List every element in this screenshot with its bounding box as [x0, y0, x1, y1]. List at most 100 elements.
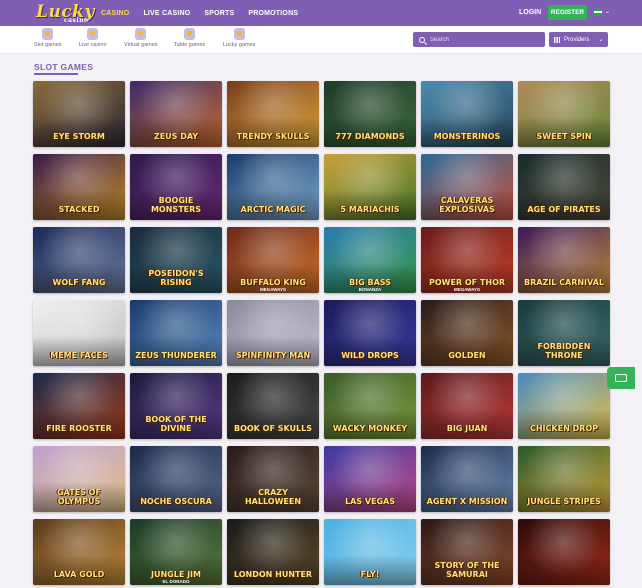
game-tile[interactable]: London Hunter	[227, 519, 319, 585]
game-tile[interactable]: BRAZIL CARNIVAL	[518, 227, 610, 293]
search-box[interactable]	[413, 32, 545, 47]
top-navbar: Lucky casino CASINO LIVE CASINO SPORTS PR…	[0, 0, 642, 26]
game-title: MEME FACES	[50, 351, 108, 360]
game-title: CHICKEN DROP	[529, 424, 599, 433]
section-underline	[34, 73, 78, 75]
game-subtitle: MEGAWAYS	[453, 287, 481, 292]
game-tile[interactable]: Boogie Monsters	[130, 154, 222, 220]
category-virtual-games[interactable]: Virtual games	[124, 28, 158, 48]
category-label: Live casino	[79, 42, 107, 48]
game-title: AGE OF PIRATES	[527, 205, 601, 214]
game-tile[interactable]: BOOK OF THE DIVINE	[130, 373, 222, 439]
nav-casino[interactable]: CASINO	[101, 10, 129, 17]
register-button[interactable]: REGISTER	[548, 5, 587, 20]
game-title: Noche Oscura	[140, 497, 212, 506]
game-tile[interactable]: POWER OF THOR MEGAWAYS	[421, 227, 513, 293]
language-selector[interactable]: ⌄	[594, 8, 610, 15]
section-title: SLOT GAMES	[34, 62, 94, 72]
category-label: Table games	[174, 42, 206, 48]
game-title: WOLF FANG	[52, 278, 106, 287]
game-tile[interactable]: BUFFALO KING MEGAWAYS	[227, 227, 319, 293]
game-title: ZEUS DAY	[153, 132, 199, 141]
category-table-games[interactable]: Table games	[174, 28, 205, 48]
game-tile[interactable]: AGE OF PIRATES	[518, 154, 610, 220]
game-title: ZEUS THUNDERER	[135, 351, 217, 360]
providers-icon	[554, 36, 560, 43]
game-tile[interactable]: ZEUS DAY	[130, 81, 222, 147]
game-tile[interactable]: Noche Oscura	[130, 446, 222, 512]
site-logo[interactable]: Lucky casino	[36, 2, 95, 24]
game-tile[interactable]: EYE STORM	[33, 81, 125, 147]
game-title: Boogie Monsters	[150, 196, 202, 214]
game-tile[interactable]: SPINFINITY MAN	[227, 300, 319, 366]
game-title: BUFFALO KING	[240, 278, 306, 287]
game-tile[interactable]: WILD DROPS	[324, 300, 416, 366]
game-tile[interactable]	[518, 519, 610, 585]
game-tile[interactable]: FIRE ROOSTER	[33, 373, 125, 439]
nav-sports[interactable]: SPORTS	[204, 10, 234, 17]
game-tile[interactable]: CRAZY HALLOWEEN	[227, 446, 319, 512]
game-tile[interactable]: BIG BASS BONANZA	[324, 227, 416, 293]
game-title: London Hunter	[233, 570, 313, 579]
game-title: WILD DROPS	[341, 351, 399, 360]
providers-dropdown[interactable]: Providers ⌄	[549, 32, 608, 47]
live-casino-icon	[87, 28, 99, 40]
game-tile[interactable]: WACKY MONKEY	[324, 373, 416, 439]
search-input[interactable]	[430, 36, 530, 43]
game-tile[interactable]: BIG JUAN	[421, 373, 513, 439]
game-tile[interactable]: LAVA GOLD	[33, 519, 125, 585]
game-title: BOOK OF THE DIVINE	[145, 415, 207, 433]
chat-icon	[615, 374, 627, 382]
category-live-casino[interactable]: Live casino	[79, 28, 107, 48]
game-tile[interactable]: 5 MARIACHIS	[324, 154, 416, 220]
category-slot-games[interactable]: Slot games	[34, 28, 62, 48]
game-title: CALAVERAS EXPLOSIVAS	[439, 196, 495, 214]
chat-button[interactable]	[607, 367, 635, 389]
chevron-down-icon: ⌄	[605, 9, 611, 15]
game-tile[interactable]: AGENT X MISSION	[421, 446, 513, 512]
nav-promotions[interactable]: PROMOTIONS	[248, 10, 298, 17]
game-tile[interactable]: ZEUS THUNDERER	[130, 300, 222, 366]
game-tile[interactable]: CHICKEN DROP	[518, 373, 610, 439]
game-tile[interactable]: Jungle Stripes	[518, 446, 610, 512]
category-lucky-games[interactable]: Lucky games	[223, 28, 255, 48]
game-tile[interactable]: POSEIDON'S RISING	[130, 227, 222, 293]
game-title: TRENDY SKULLS	[236, 132, 310, 141]
game-tile[interactable]: GOLDEN	[421, 300, 513, 366]
game-tile[interactable]: MONSTERINOS	[421, 81, 513, 147]
game-title: BIG BASS	[349, 278, 391, 287]
category-label: Lucky games	[223, 42, 256, 48]
game-tile[interactable]: FLY!	[324, 519, 416, 585]
game-tile[interactable]: GATES OF OLYMPUS	[33, 446, 125, 512]
game-tile[interactable]: ARCTIC MAGIC	[227, 154, 319, 220]
game-tile[interactable]: Stacked	[33, 154, 125, 220]
game-tile[interactable]: STORY OF THE SAMURAI	[421, 519, 513, 585]
game-tile[interactable]: MEME FACES	[33, 300, 125, 366]
game-tile[interactable]: TRENDY SKULLS	[227, 81, 319, 147]
nav-live-casino[interactable]: LIVE CASINO	[143, 10, 190, 17]
search-icon	[419, 36, 425, 43]
chevron-down-icon: ⌄	[598, 37, 604, 43]
game-shade	[518, 555, 610, 585]
game-title: BOOK OF SKULLS	[233, 424, 312, 433]
game-title: STORY OF THE SAMURAI	[434, 561, 500, 579]
category-label: Slot games	[34, 42, 62, 48]
game-tile[interactable]: LAS VEGAS	[324, 446, 416, 512]
game-tile[interactable]: BOOK OF SKULLS	[227, 373, 319, 439]
main-nav: CASINO LIVE CASINO SPORTS PROMOTIONS	[101, 0, 298, 26]
game-tile[interactable]: JUNGLE JIM EL DORADO	[130, 519, 222, 585]
game-tile[interactable]: 777 Diamonds	[324, 81, 416, 147]
login-link[interactable]: LOGIN	[519, 9, 541, 16]
game-title: MONSTERINOS	[433, 132, 501, 141]
game-title: GATES OF OLYMPUS	[57, 488, 101, 506]
game-title: ARCTIC MAGIC	[240, 205, 306, 214]
game-tile[interactable]: CALAVERAS EXPLOSIVAS	[421, 154, 513, 220]
game-tile[interactable]: WOLF FANG	[33, 227, 125, 293]
game-subtitle: EL DORADO	[162, 579, 190, 584]
category-label: Virtual games	[124, 42, 158, 48]
game-tile[interactable]: FORBIDDEN THRONE	[518, 300, 610, 366]
game-tile[interactable]: Sweet Spin	[518, 81, 610, 147]
game-title: JUNGLE JIM	[151, 570, 201, 579]
game-title: SPINFINITY MAN	[235, 351, 311, 360]
game-title: POWER OF THOR	[428, 278, 506, 287]
